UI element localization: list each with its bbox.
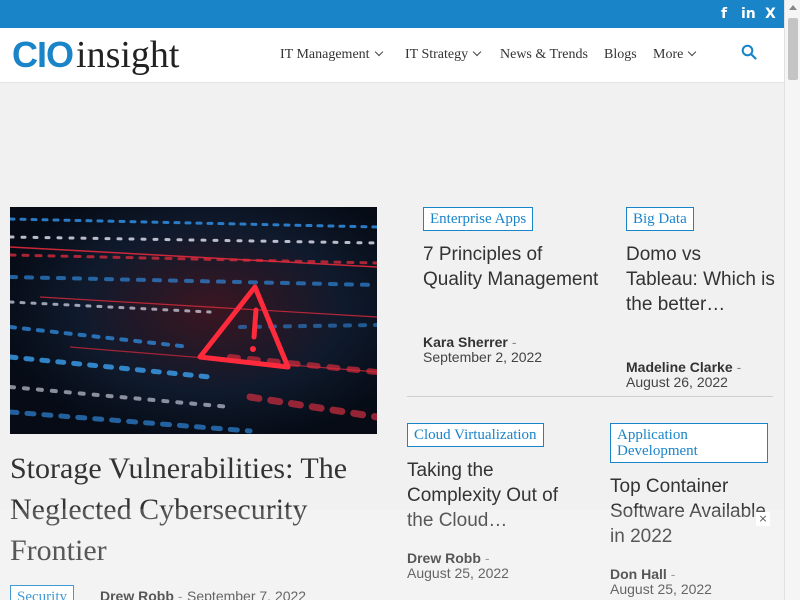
nav-label: More [653, 47, 684, 62]
linkedin-icon[interactable]: in [741, 6, 756, 22]
nav-label: IT Management [280, 47, 370, 62]
nav-more[interactable]: More [653, 46, 697, 64]
card1-title[interactable]: 7 Principles of Quality Management [423, 242, 603, 292]
warning-illustration [10, 207, 377, 434]
nav-it-management[interactable]: IT Management [280, 46, 383, 64]
top-bar: f in X [0, 0, 784, 28]
facebook-icon[interactable]: f [721, 6, 727, 22]
meta-separator: - [736, 359, 742, 375]
nav-label: IT Strategy [405, 47, 469, 62]
chevron-down-icon [472, 47, 482, 57]
logo-insight: insight [76, 34, 180, 76]
hero-image[interactable] [10, 207, 377, 434]
meta-separator: - [511, 334, 517, 350]
scroll-up-arrow-icon[interactable] [789, 5, 797, 10]
chevron-down-icon [688, 47, 697, 57]
page-scrollbar[interactable] [784, 0, 800, 600]
card2-date: August 26, 2022 [626, 374, 728, 390]
card2-category-tag[interactable]: Big Data [626, 207, 694, 231]
card1-author[interactable]: Kara Sherrer [423, 334, 508, 350]
logo-cio: CIO [12, 34, 74, 75]
nav-news-trends[interactable]: News & Trends [500, 46, 588, 64]
card2-meta: Madeline Clarke - August 26, 2022 [626, 360, 776, 390]
card2-title[interactable]: Domo vs Tableau: Which is the better… [626, 242, 776, 317]
card1-category-tag[interactable]: Enterprise Apps [423, 207, 534, 231]
scroll-thumb[interactable] [788, 18, 798, 80]
nav-label: Blogs [604, 47, 637, 62]
site-header: CIOinsight IT Management IT Strategy New… [0, 28, 784, 83]
search-icon[interactable] [741, 44, 757, 60]
card1-meta: Kara Sherrer - September 2, 2022 [423, 335, 603, 365]
card-divider [407, 396, 773, 397]
nav-blogs[interactable]: Blogs [604, 46, 637, 64]
bottom-overlay [0, 509, 784, 600]
card2-author[interactable]: Madeline Clarke [626, 359, 733, 375]
card3-category-tag[interactable]: Cloud Virtualization [407, 423, 544, 447]
nav-label: News & Trends [500, 47, 588, 62]
x-icon[interactable]: X [765, 6, 776, 22]
site-logo[interactable]: CIOinsight [12, 34, 180, 76]
chevron-down-icon [374, 47, 383, 57]
close-icon[interactable]: × [756, 512, 770, 526]
nav-it-strategy[interactable]: IT Strategy [405, 46, 482, 64]
card1-date: September 2, 2022 [423, 349, 543, 365]
card4-category-tag[interactable]: Application Development [610, 423, 768, 463]
